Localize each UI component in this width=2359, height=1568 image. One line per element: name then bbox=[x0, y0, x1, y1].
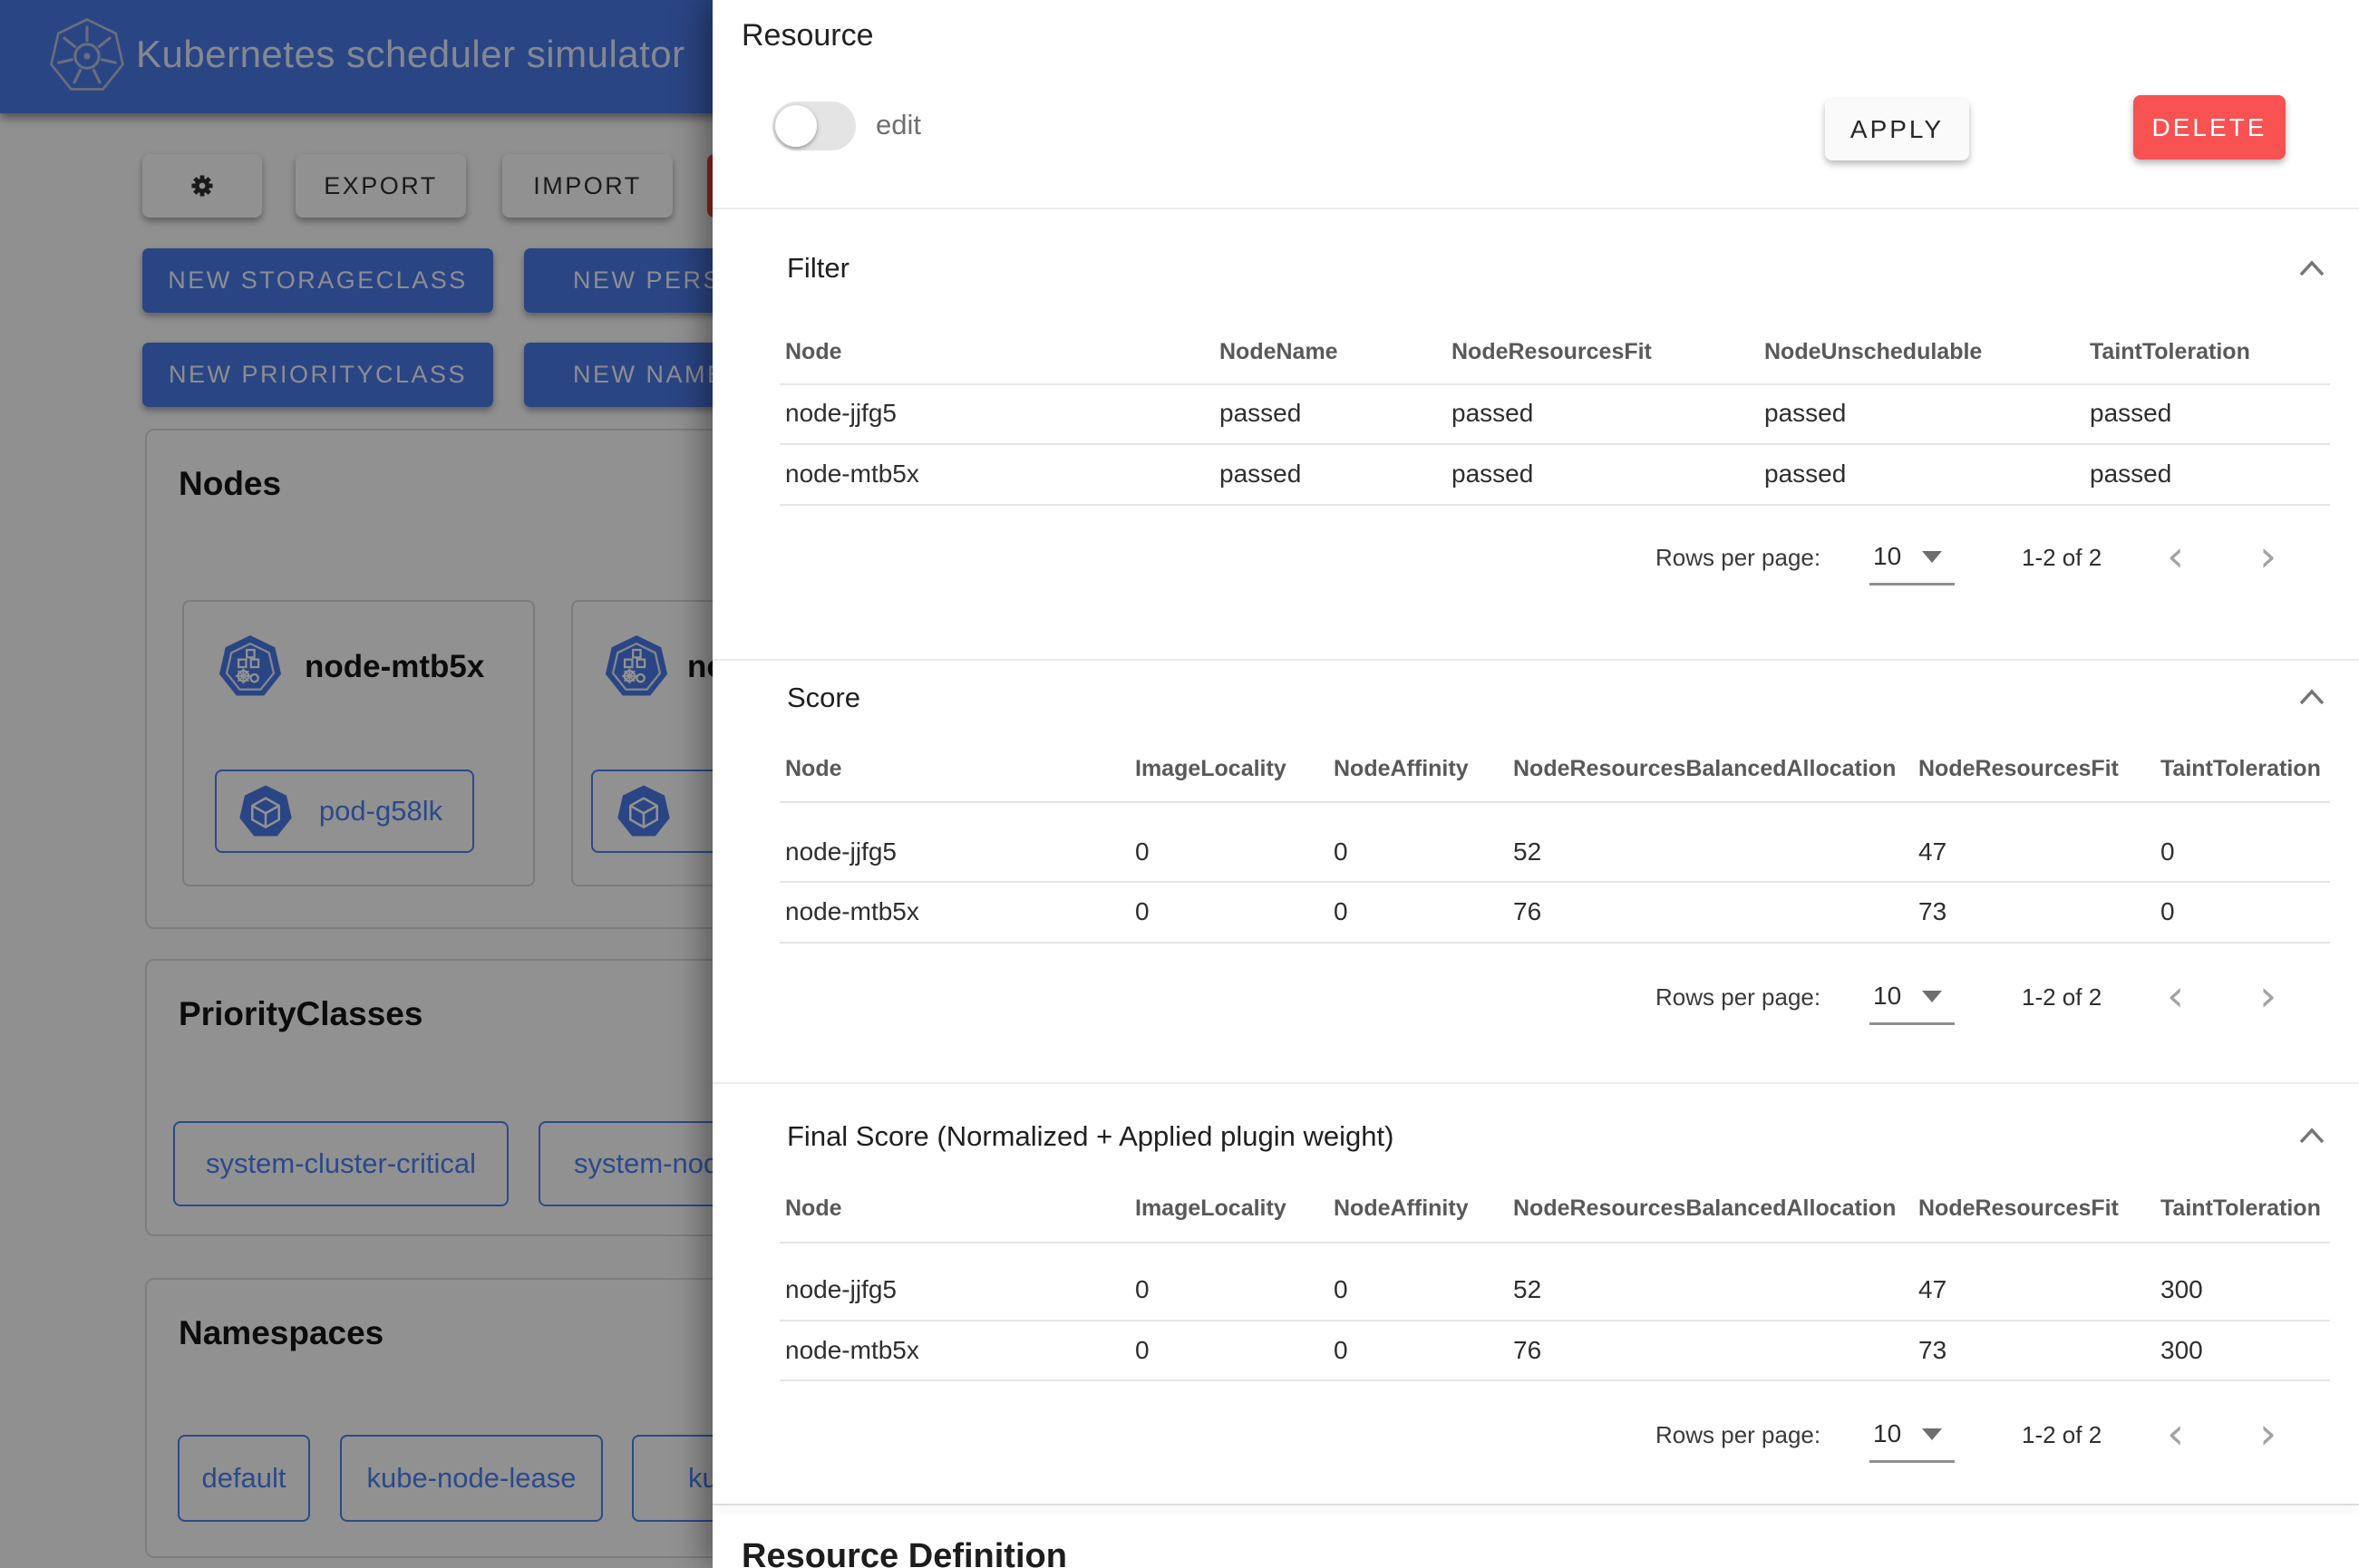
table-cell: node-jjfg5 bbox=[785, 1275, 897, 1304]
panel-title: Resource bbox=[742, 18, 874, 53]
table-cell: passed bbox=[1764, 399, 1846, 428]
column-header: NodeResourcesBalancedAllocation bbox=[1513, 1195, 1896, 1222]
page-range-label: 1-2 of 2 bbox=[2022, 544, 2102, 572]
rows-per-page-label: Rows per page: bbox=[1655, 544, 1811, 572]
table-cell: 0 bbox=[1135, 837, 1150, 866]
divider bbox=[780, 504, 2330, 506]
previous-page-icon[interactable]: ‹ bbox=[2167, 1412, 2184, 1456]
collapse-score-icon[interactable] bbox=[2297, 685, 2326, 711]
table-cell: passed bbox=[1764, 460, 1846, 489]
previous-page-icon[interactable]: ‹ bbox=[2167, 535, 2184, 578]
final-score-section-title: Final Score (Normalized + Applied plugin… bbox=[787, 1120, 1393, 1153]
column-header: NodeResourcesFit bbox=[1918, 1195, 2119, 1222]
rows-per-page-select[interactable]: 10 bbox=[1873, 542, 1901, 571]
dropdown-caret-icon[interactable] bbox=[1922, 1428, 1942, 1440]
table-cell: 76 bbox=[1513, 897, 1541, 926]
column-header: NodeAffinity bbox=[1334, 1195, 1469, 1222]
column-header: NodeUnschedulable bbox=[1764, 339, 1982, 365]
edit-toggle-knob bbox=[775, 105, 817, 147]
table-cell: passed bbox=[1219, 460, 1301, 489]
divider bbox=[713, 659, 2359, 661]
table-cell: 0 bbox=[1135, 1336, 1150, 1365]
edit-toggle-label: edit bbox=[876, 109, 921, 141]
table-cell: 47 bbox=[1918, 1275, 1946, 1304]
divider bbox=[780, 1320, 2330, 1321]
column-header: Node bbox=[785, 339, 842, 365]
divider bbox=[780, 942, 2330, 944]
column-header: TaintToleration bbox=[2160, 756, 2321, 782]
divider bbox=[780, 1242, 2330, 1244]
column-header: ImageLocality bbox=[1135, 1195, 1286, 1222]
page-range-label: 1-2 of 2 bbox=[2022, 1421, 2102, 1449]
divider bbox=[780, 881, 2330, 883]
delete-button[interactable]: DELETE bbox=[2133, 95, 2286, 160]
table-cell: 52 bbox=[1513, 1275, 1541, 1304]
dropdown-caret-icon[interactable] bbox=[1922, 991, 1942, 1002]
column-header: NodeResourcesBalancedAllocation bbox=[1513, 756, 1896, 782]
table-cell: 73 bbox=[1918, 897, 1946, 926]
score-section-title: Score bbox=[787, 682, 860, 714]
table-cell: passed bbox=[1451, 399, 1533, 428]
rows-per-page-select[interactable]: 10 bbox=[1873, 1419, 1901, 1448]
rows-per-page-label: Rows per page: bbox=[1655, 1421, 1811, 1449]
column-header: TaintToleration bbox=[2160, 1195, 2321, 1222]
table-cell: node-jjfg5 bbox=[785, 399, 897, 428]
divider bbox=[713, 1504, 2359, 1505]
column-header: NodeAffinity bbox=[1334, 756, 1469, 782]
previous-page-icon[interactable]: ‹ bbox=[2167, 974, 2184, 1018]
divider bbox=[780, 443, 2330, 445]
table-cell: 73 bbox=[1918, 1336, 1946, 1365]
edit-toggle[interactable] bbox=[772, 102, 856, 150]
table-cell: 76 bbox=[1513, 1336, 1541, 1365]
table-cell: 0 bbox=[1334, 1336, 1348, 1365]
select-underline bbox=[1869, 583, 1955, 586]
rows-per-page-label: Rows per page: bbox=[1655, 983, 1811, 1011]
rows-per-page-select[interactable]: 10 bbox=[1873, 982, 1901, 1011]
divider bbox=[780, 1379, 2330, 1381]
resource-definition-title: Resource Definition bbox=[742, 1537, 1067, 1568]
divider bbox=[713, 1082, 2359, 1084]
divider bbox=[780, 383, 2330, 385]
dropdown-caret-icon[interactable] bbox=[1922, 551, 1942, 563]
column-header: NodeResourcesFit bbox=[1918, 756, 2119, 782]
page-range-label: 1-2 of 2 bbox=[2022, 983, 2102, 1011]
apply-button[interactable]: APPLY bbox=[1825, 99, 1969, 160]
table-cell: 0 bbox=[1334, 897, 1348, 926]
column-header: NodeResourcesFit bbox=[1451, 339, 1652, 365]
table-cell: node-mtb5x bbox=[785, 1336, 919, 1365]
table-cell: 300 bbox=[2160, 1275, 2203, 1304]
select-underline bbox=[1869, 1460, 1955, 1463]
table-cell: 0 bbox=[1334, 837, 1348, 866]
table-cell: 0 bbox=[2160, 837, 2175, 866]
collapse-final-score-icon[interactable] bbox=[2297, 1124, 2326, 1149]
table-cell: 52 bbox=[1513, 837, 1541, 866]
column-header: ImageLocality bbox=[1135, 756, 1286, 782]
next-page-icon[interactable]: › bbox=[2259, 974, 2276, 1018]
select-underline bbox=[1869, 1022, 1955, 1025]
column-header: NodeName bbox=[1219, 339, 1338, 365]
table-cell: passed bbox=[2090, 460, 2171, 489]
table-cell: passed bbox=[1219, 399, 1301, 428]
table-cell: node-mtb5x bbox=[785, 897, 919, 926]
collapse-filter-icon[interactable] bbox=[2297, 256, 2326, 282]
table-cell: node-jjfg5 bbox=[785, 837, 897, 866]
next-page-icon[interactable]: › bbox=[2259, 1412, 2276, 1456]
resource-detail-panel: Resource edit APPLY DELETE Filter Node N… bbox=[713, 0, 2359, 1568]
divider bbox=[780, 801, 2330, 803]
table-cell: 0 bbox=[2160, 897, 2175, 926]
table-cell: passed bbox=[2090, 399, 2171, 428]
table-cell: 47 bbox=[1918, 837, 1946, 866]
table-cell: 0 bbox=[1334, 1275, 1348, 1304]
table-cell: passed bbox=[1451, 460, 1533, 489]
column-header: Node bbox=[785, 756, 842, 782]
table-cell: 300 bbox=[2160, 1336, 2203, 1365]
divider bbox=[713, 208, 2359, 209]
column-header: Node bbox=[785, 1195, 842, 1222]
table-cell: 0 bbox=[1135, 1275, 1150, 1304]
next-page-icon[interactable]: › bbox=[2259, 535, 2276, 578]
table-cell: 0 bbox=[1135, 897, 1150, 926]
filter-section-title: Filter bbox=[787, 252, 849, 285]
column-header: TaintToleration bbox=[2090, 339, 2250, 365]
table-cell: node-mtb5x bbox=[785, 460, 919, 489]
